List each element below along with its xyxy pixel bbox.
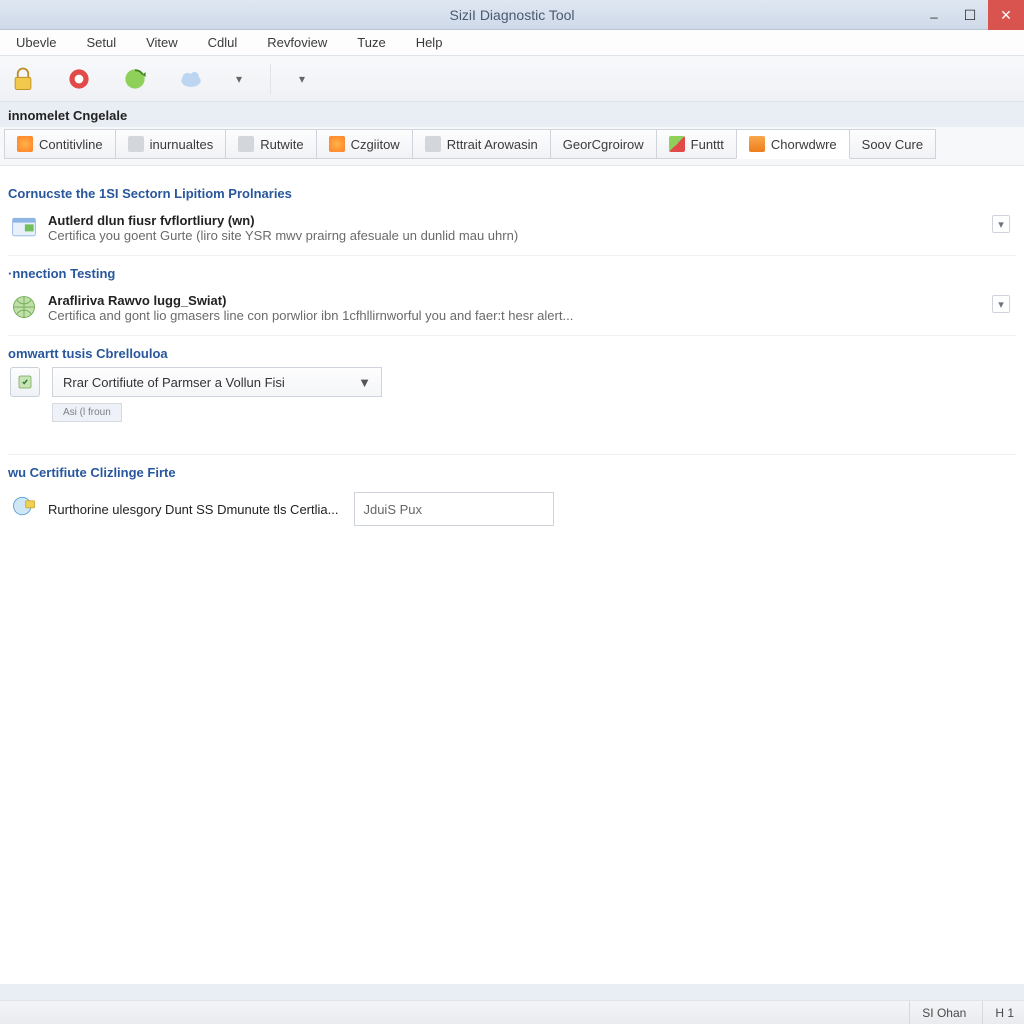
status-right-2: H 1: [982, 1001, 1014, 1024]
tab-label: GeorCgroirow: [563, 137, 644, 152]
tablist: Contitivline inurnualtes Rutwite Czgiito…: [4, 129, 1020, 159]
card-title: Autlerd dlun fiusr fvflortliury (wn): [48, 213, 1010, 228]
toolbar-subtitle: innomelet Cngelale: [0, 102, 1024, 127]
menubar: Ubevle Setul Vitew Cdlul Revfoview Tuze …: [0, 30, 1024, 56]
card-body: Arafliriva Rawvo lugg_Swiat) Certifica a…: [48, 293, 1010, 323]
menu-item-2[interactable]: Vitew: [136, 32, 188, 53]
tab-4[interactable]: Rttrait Arowasin: [412, 129, 551, 159]
tab-icon: [749, 136, 765, 152]
card-title: Arafliriva Rawvo lugg_Swiat): [48, 293, 1010, 308]
run-button[interactable]: [10, 367, 40, 397]
tab-icon: [17, 136, 33, 152]
tabstrip: Contitivline inurnualtes Rutwite Czgiito…: [0, 127, 1024, 166]
menu-item-4[interactable]: Revfoview: [257, 32, 337, 53]
cloud-icon[interactable]: [174, 62, 208, 96]
window-title: SiziI Diagnostic Tool: [449, 7, 574, 23]
expand-button[interactable]: [992, 215, 1010, 233]
tab-0[interactable]: Contitivline: [4, 129, 116, 159]
card-body: Rurthorine ulesgory Dunt SS Dmunute tls …: [48, 492, 1010, 526]
card-section-1: Autlerd dlun fiusr fvflortliury (wn) Cer…: [8, 207, 1016, 256]
close-button[interactable]: [988, 0, 1024, 30]
input-value: JduiS Pux: [363, 502, 422, 517]
globe-refresh-icon[interactable]: [118, 62, 152, 96]
window-icon: [10, 213, 38, 241]
tab-5[interactable]: GeorCgroirow: [550, 129, 657, 159]
chevron-down-icon: ▼: [358, 375, 371, 390]
toolbar-overflow-1[interactable]: ▾: [230, 66, 248, 92]
section-title-2: ·nnection Testing: [8, 266, 1016, 281]
globe-icon: [10, 293, 38, 321]
tab-label: Chorwdwre: [771, 137, 837, 152]
tab-6[interactable]: Funttt: [656, 129, 737, 159]
expand-button[interactable]: [992, 295, 1010, 313]
tab-label: Czgiitow: [351, 137, 400, 152]
tab-label: Contitivline: [39, 137, 103, 152]
cert-globe-icon: [10, 492, 38, 520]
tab-icon: [128, 136, 144, 152]
menu-item-5[interactable]: Tuze: [347, 32, 395, 53]
menu-item-3[interactable]: Cdlul: [198, 32, 248, 53]
main-content: Cornucste the 1SI Sectorn Lipitiom Proln…: [0, 166, 1024, 984]
tab-8[interactable]: Soov Cure: [849, 129, 936, 159]
titlebar: SiziI Diagnostic Tool ☐: [0, 0, 1024, 30]
tab-icon: [669, 136, 685, 152]
shield-icon[interactable]: [62, 62, 96, 96]
menu-item-1[interactable]: Setul: [76, 32, 126, 53]
toolbar-overflow-2[interactable]: ▾: [293, 66, 311, 92]
window-controls: ☐: [916, 0, 1024, 30]
tab-3[interactable]: Czgiitow: [316, 129, 413, 159]
tag-chip[interactable]: Asi (l froun: [52, 403, 122, 422]
tab-icon: [238, 136, 254, 152]
statusbar: SI Ohan H 1: [0, 1000, 1024, 1024]
section-title-3: omwartt tusis Cbrellouloa: [8, 346, 1016, 361]
tab-2[interactable]: Rutwite: [225, 129, 316, 159]
tab-icon: [329, 136, 345, 152]
toolbar: ▾ ▾: [0, 56, 1024, 102]
maximize-button[interactable]: ☐: [952, 0, 988, 30]
tab-label: Funttt: [691, 137, 724, 152]
tab-label: Rutwite: [260, 137, 303, 152]
certificate-dropdown[interactable]: Rrar Cortifiute of Parmser a Vollun Fisi…: [52, 367, 382, 397]
toolbar-separator: [270, 64, 271, 94]
section-title-4: wu Certifiute Clizlinge Firte: [8, 465, 1016, 480]
tab-7[interactable]: Chorwdwre: [736, 129, 850, 159]
card-body: Autlerd dlun fiusr fvflortliury (wn) Cer…: [48, 213, 1010, 243]
menu-item-6[interactable]: Help: [406, 32, 453, 53]
card-section-2: Arafliriva Rawvo lugg_Swiat) Certifica a…: [8, 287, 1016, 336]
status-right-1: SI Ohan: [909, 1001, 966, 1024]
tab-label: Soov Cure: [862, 137, 923, 152]
card-line: Rurthorine ulesgory Dunt SS Dmunute tls …: [48, 502, 338, 517]
certificate-path-input[interactable]: JduiS Pux: [354, 492, 554, 526]
tab-label: inurnualtes: [150, 137, 214, 152]
tab-1[interactable]: inurnualtes: [115, 129, 227, 159]
lock-icon[interactable]: [6, 62, 40, 96]
section-title-1: Cornucste the 1SI Sectorn Lipitiom Proln…: [8, 186, 1016, 201]
tab-icon: [425, 136, 441, 152]
menu-item-0[interactable]: Ubevle: [6, 32, 66, 53]
card-section-3: Rrar Cortifiute of Parmser a Vollun Fisi…: [8, 367, 1016, 455]
card-section-4: Rurthorine ulesgory Dunt SS Dmunute tls …: [8, 486, 1016, 538]
tab-label: Rttrait Arowasin: [447, 137, 538, 152]
dropdown-label: Rrar Cortifiute of Parmser a Vollun Fisi: [63, 375, 285, 390]
minimize-button[interactable]: [916, 0, 952, 30]
card-desc: Certifica you goent Gurte (liro site YSR…: [48, 228, 1010, 243]
card-desc: Certifica and gont lio gmasers line con …: [48, 308, 1010, 323]
